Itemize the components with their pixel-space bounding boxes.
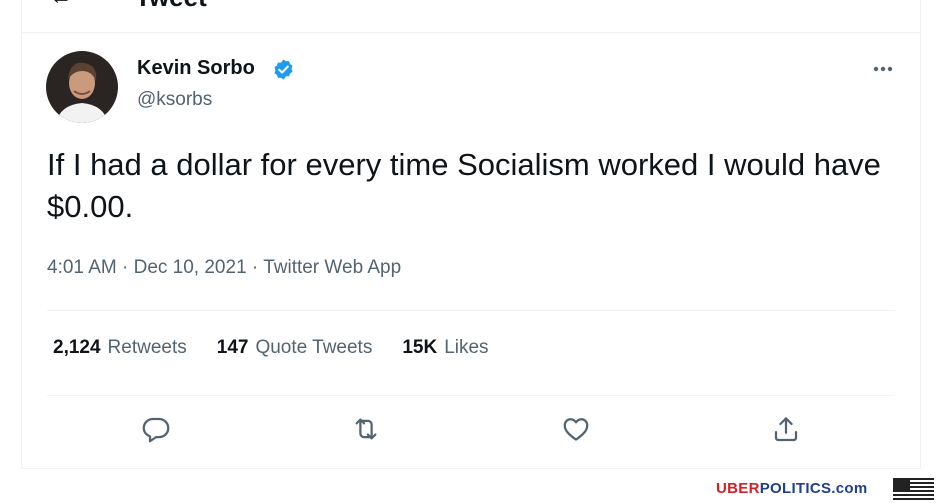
heart-icon [563,418,589,441]
watermark-uber: UBER [716,480,760,497]
quote-tweets-label[interactable]: Quote Tweets [255,337,372,359]
avatar[interactable] [46,51,118,123]
author-handle[interactable]: @ksorbs [137,89,212,111]
divider [47,310,895,311]
share-icon [774,417,798,442]
likes-count[interactable]: 15K [402,337,437,359]
tweet-card: ← Tweet Kevin Sorbo @ksorbs If I had a d… [21,0,921,469]
verified-badge-icon [274,59,293,80]
tweet-stats: 2,124 Retweets 147 Quote Tweets 15K Like… [53,337,519,367]
us-flag-icon [893,478,934,500]
meta-separator: · [116,257,134,278]
tweet-meta: 4:01 AM · Dec 10, 2021 · Twitter Web App [47,257,401,279]
divider [47,395,895,396]
page-title: Tweet [135,0,207,13]
author-display-name[interactable]: Kevin Sorbo [137,57,255,80]
likes-label[interactable]: Likes [444,337,488,359]
tweet-source[interactable]: Twitter Web App [263,257,401,278]
watermark-politics: POLITICS [759,480,832,497]
watermark: UBERPOLITICS.com [716,480,868,497]
watermark-com: .com [831,480,868,497]
reply-icon [142,417,170,443]
more-horizontal-icon[interactable] [869,62,897,76]
like-button[interactable] [558,411,594,447]
tweet-text: If I had a dollar for every time Sociali… [47,147,881,224]
retweets-label[interactable]: Retweets [108,337,187,359]
tweet-time[interactable]: 4:01 AM [47,257,117,278]
share-button[interactable] [768,411,804,447]
tweet-date[interactable]: Dec 10, 2021 [134,257,247,278]
reply-button[interactable] [138,411,174,447]
retweet-button[interactable] [348,411,384,447]
arrow-left-icon[interactable]: ← [50,0,72,10]
quote-tweets-count[interactable]: 147 [217,337,249,359]
retweets-count[interactable]: 2,124 [53,337,101,359]
retweet-icon [355,418,377,440]
tweet-header: ← Tweet [22,0,920,33]
meta-separator: · [246,257,264,278]
